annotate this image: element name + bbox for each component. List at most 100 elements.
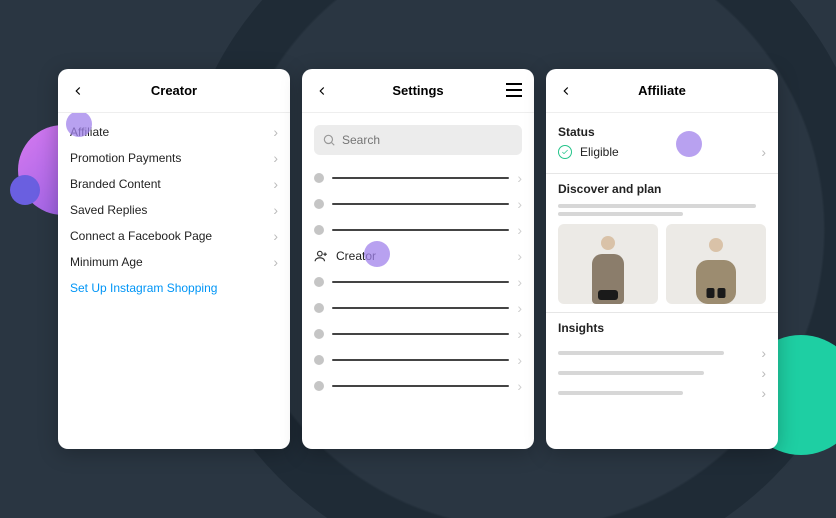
insights-row[interactable]: › <box>558 383 766 403</box>
settings-body: › › › Creator › › › › › › <box>302 113 534 449</box>
item-label: Minimum Age <box>70 255 273 269</box>
person-head-icon <box>709 238 723 252</box>
placeholder-icon <box>314 199 324 209</box>
insights-row[interactable]: › <box>558 363 766 383</box>
item-label: Affiliate <box>70 125 273 139</box>
user-plus-icon <box>314 249 328 263</box>
link-label: Set Up Instagram Shopping <box>70 281 278 295</box>
placeholder-icon <box>314 277 324 287</box>
chevron-right-icon: › <box>517 249 522 263</box>
chevron-right-icon: › <box>517 223 522 237</box>
creator-item-branded-content[interactable]: Branded Content› <box>70 171 278 197</box>
chevron-right-icon: › <box>273 151 278 165</box>
search-icon <box>322 133 336 147</box>
creator-panel: Creator Affiliate› Promotion Payments› B… <box>58 69 290 449</box>
placeholder-label <box>332 281 509 283</box>
creator-item-connect-facebook[interactable]: Connect a Facebook Page› <box>70 223 278 249</box>
person-head-icon <box>601 236 615 250</box>
placeholder-line <box>558 204 756 208</box>
creator-row-label: Creator <box>336 249 376 263</box>
insights-row[interactable]: › <box>558 343 766 363</box>
settings-row-placeholder[interactable]: › <box>314 165 522 191</box>
status-value: Eligible <box>580 145 761 159</box>
chevron-right-icon: › <box>273 203 278 217</box>
placeholder-icon <box>314 329 324 339</box>
placeholder-label <box>332 359 509 361</box>
creator-body: Affiliate› Promotion Payments› Branded C… <box>58 113 290 449</box>
placeholder-icon <box>314 225 324 235</box>
person-legs-icon <box>598 290 618 300</box>
creator-item-promotion-payments[interactable]: Promotion Payments› <box>70 145 278 171</box>
placeholder-icon <box>314 355 324 365</box>
chevron-right-icon: › <box>761 386 766 400</box>
menu-button[interactable] <box>506 83 522 97</box>
settings-row-placeholder[interactable]: › <box>314 373 522 399</box>
placeholder-icon <box>314 303 324 313</box>
back-button[interactable] <box>312 81 332 101</box>
placeholder-line <box>558 391 683 395</box>
chevron-right-icon: › <box>273 229 278 243</box>
chevron-right-icon: › <box>273 125 278 139</box>
creator-setup-shopping-link[interactable]: Set Up Instagram Shopping <box>70 275 278 301</box>
placeholder-line <box>558 212 683 216</box>
placeholder-line <box>558 371 704 375</box>
chevron-right-icon: › <box>761 366 766 380</box>
settings-row-placeholder[interactable]: › <box>314 295 522 321</box>
settings-row-placeholder[interactable]: › <box>314 217 522 243</box>
placeholder-label <box>332 307 509 309</box>
boots-icon <box>707 288 726 298</box>
placeholder-icon <box>314 173 324 183</box>
chevron-right-icon: › <box>273 177 278 191</box>
insights-heading: Insights <box>558 321 766 335</box>
creator-item-saved-replies[interactable]: Saved Replies› <box>70 197 278 223</box>
placeholder-label <box>332 229 509 231</box>
settings-header: Settings <box>302 69 534 113</box>
placeholder-label <box>332 177 509 179</box>
discover-cards <box>558 224 766 304</box>
placeholder-label <box>332 333 509 335</box>
chevron-right-icon: › <box>517 301 522 315</box>
discover-card[interactable] <box>666 224 766 304</box>
chevron-right-icon: › <box>517 197 522 211</box>
creator-title: Creator <box>58 83 290 98</box>
settings-title: Settings <box>302 83 534 98</box>
settings-row-placeholder[interactable]: › <box>314 321 522 347</box>
settings-row-placeholder[interactable]: › <box>314 269 522 295</box>
discover-card[interactable] <box>558 224 658 304</box>
status-row[interactable]: Eligible › <box>558 139 766 165</box>
creator-item-minimum-age[interactable]: Minimum Age› <box>70 249 278 275</box>
chevron-right-icon: › <box>517 171 522 185</box>
creator-item-affiliate[interactable]: Affiliate› <box>70 119 278 145</box>
affiliate-header: Affiliate <box>546 69 778 113</box>
back-button[interactable] <box>556 81 576 101</box>
item-label: Branded Content <box>70 177 273 191</box>
placeholder-line <box>558 351 724 355</box>
settings-row-placeholder[interactable]: › <box>314 191 522 217</box>
chevron-right-icon: › <box>273 255 278 269</box>
creator-header: Creator <box>58 69 290 113</box>
discover-heading: Discover and plan <box>558 182 766 196</box>
settings-row-placeholder[interactable]: › <box>314 347 522 373</box>
phone-stage: Creator Affiliate› Promotion Payments› B… <box>0 0 836 518</box>
settings-panel: Settings › › › Creator › › › › › › <box>302 69 534 449</box>
chevron-right-icon: › <box>517 379 522 393</box>
chevron-right-icon: › <box>761 346 766 360</box>
affiliate-panel: Affiliate Status Eligible › Discover and… <box>546 69 778 449</box>
search-input[interactable] <box>342 133 514 147</box>
chevron-right-icon: › <box>517 353 522 367</box>
item-label: Promotion Payments <box>70 151 273 165</box>
chevron-left-icon <box>71 84 85 98</box>
back-button[interactable] <box>68 81 88 101</box>
settings-row-creator[interactable]: Creator › <box>314 243 522 269</box>
placeholder-label <box>332 203 509 205</box>
chevron-left-icon <box>315 84 329 98</box>
item-label: Connect a Facebook Page <box>70 229 273 243</box>
search-input-wrapper[interactable] <box>314 125 522 155</box>
chevron-right-icon: › <box>517 275 522 289</box>
check-circle-icon <box>558 145 572 159</box>
discover-ghost-lines <box>558 204 766 216</box>
placeholder-label <box>332 385 509 387</box>
affiliate-body: Status Eligible › Discover and plan <box>546 113 778 449</box>
chevron-right-icon: › <box>517 327 522 341</box>
affiliate-title: Affiliate <box>546 83 778 98</box>
